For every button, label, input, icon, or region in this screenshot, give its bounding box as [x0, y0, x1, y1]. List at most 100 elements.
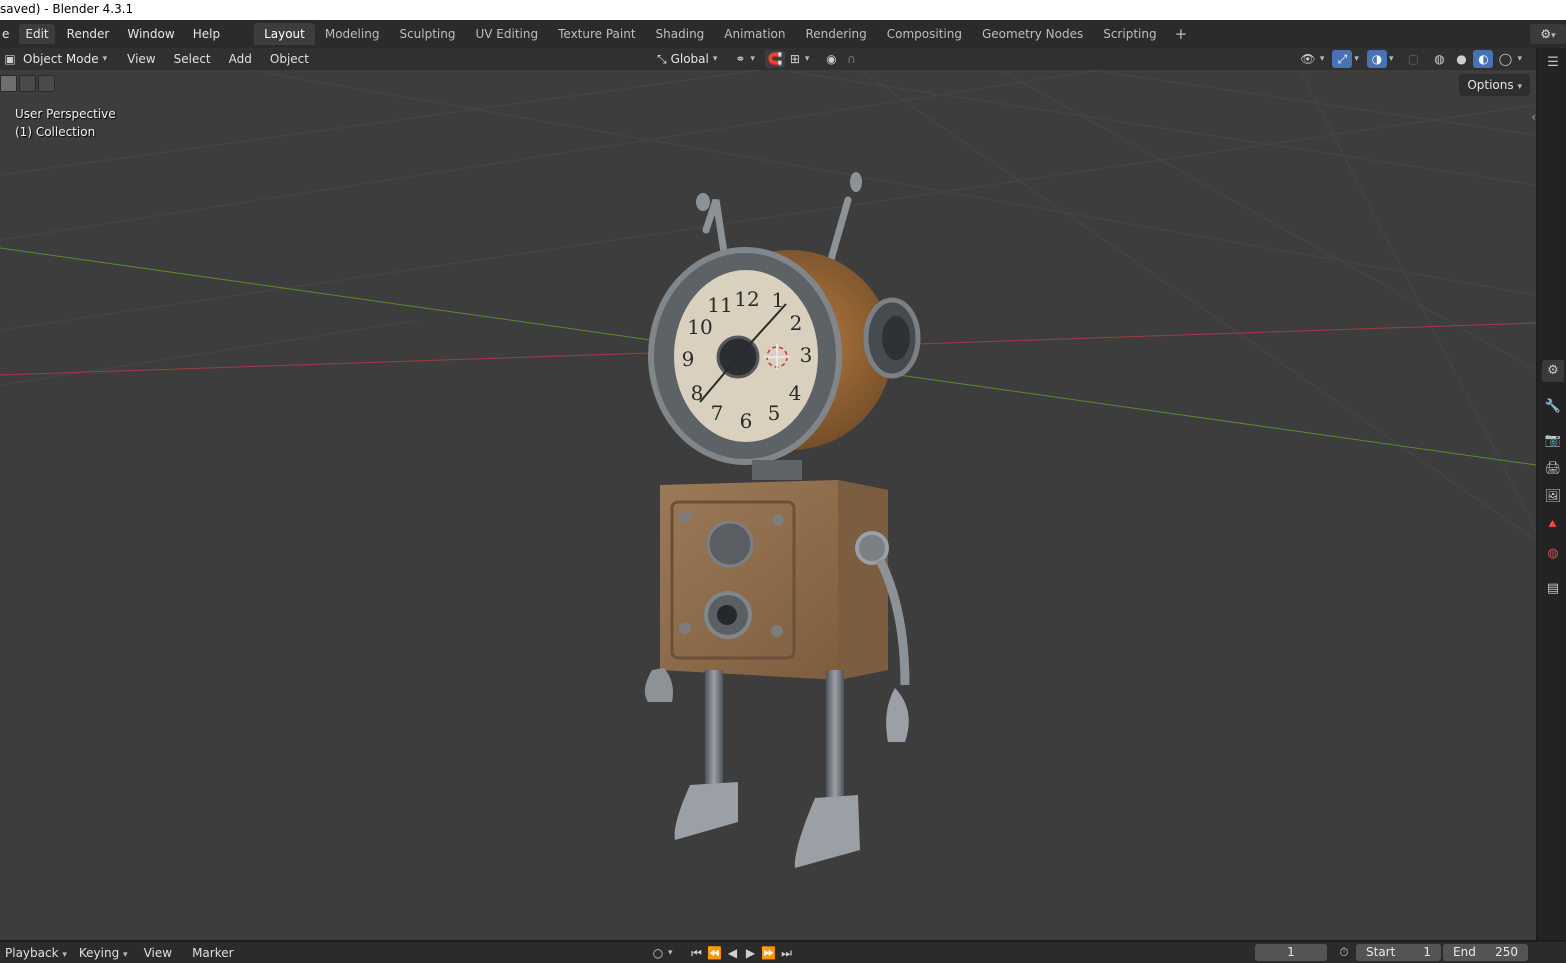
jump-to-keyframe-forward-icon[interactable]: ⏩	[761, 945, 777, 961]
tab-shading[interactable]: Shading	[646, 23, 715, 45]
chevron-down-icon: ▾	[1517, 82, 1522, 92]
tab-texture-paint[interactable]: Texture Paint	[548, 23, 645, 45]
transform-orientation-selector[interactable]: ⤡ Global ▾	[652, 50, 722, 68]
tab-modeling[interactable]: Modeling	[315, 23, 390, 45]
menu-keying[interactable]: Keying ▾	[74, 943, 133, 963]
mode-selector[interactable]: Object Mode ▾	[18, 50, 112, 68]
tab-uv-editing[interactable]: UV Editing	[466, 23, 549, 45]
clock-number: 4	[789, 381, 802, 405]
play-icon[interactable]: ▶	[743, 945, 759, 961]
current-frame-field[interactable]: 1	[1255, 944, 1327, 961]
rendered-shading-icon[interactable]: ◯	[1495, 50, 1515, 68]
menu-timeline-view[interactable]: View	[139, 943, 177, 963]
world-properties-icon[interactable]: ◍	[1542, 543, 1564, 565]
select-new-icon[interactable]	[0, 75, 17, 92]
outliner-icon[interactable]: ☰	[1542, 52, 1564, 74]
render-properties-icon[interactable]: 📷	[1542, 430, 1564, 452]
workspace-tabs: Layout Modeling Sculpting UV Editing Tex…	[254, 23, 1193, 45]
menu-help[interactable]: Help	[187, 24, 226, 44]
window-title: saved) - Blender 4.3.1	[0, 2, 134, 16]
chevron-down-icon[interactable]: ▾	[1517, 54, 1522, 64]
chevron-down-icon[interactable]: ▾	[750, 54, 755, 64]
clock-number: 10	[687, 315, 712, 339]
editor-type-icon[interactable]: ▣	[2, 51, 18, 67]
select-subtract-icon[interactable]	[38, 75, 55, 92]
menu-add[interactable]: Add	[222, 49, 259, 69]
menu-view[interactable]: View	[120, 49, 162, 69]
tool-icon[interactable]: 🔧	[1542, 396, 1564, 418]
add-workspace-button[interactable]: +	[1169, 25, 1194, 43]
menu-object[interactable]: Object	[263, 49, 316, 69]
menu-select[interactable]: Select	[167, 49, 218, 69]
start-frame-field[interactable]: Start 1	[1356, 944, 1441, 961]
file-menu-partial[interactable]: e	[0, 24, 11, 44]
chevron-down-icon: ▾	[712, 54, 718, 64]
perspective-label: User Perspective	[15, 107, 116, 121]
clock-number: 9	[682, 347, 695, 371]
playback-label: Playback	[5, 945, 59, 960]
menu-render[interactable]: Render	[61, 24, 116, 44]
end-frame-field[interactable]: End 250	[1443, 944, 1528, 961]
clock-number: 2	[790, 311, 803, 335]
visibility-icon[interactable]: 👁	[1298, 50, 1318, 68]
playback-controls: ○ ▾ ⏮ ⏪ ◀ ▶ ⏩ ⏭	[650, 942, 795, 963]
mode-label: Object Mode	[23, 52, 99, 66]
menu-marker[interactable]: Marker	[187, 943, 238, 963]
collection-label: (1) Collection	[15, 125, 96, 139]
end-label: End	[1453, 945, 1476, 959]
viewport-header: ▣ Object Mode ▾ View Select Add Object ⤡…	[0, 48, 1536, 70]
falloff-icon[interactable]: ∩	[841, 50, 861, 68]
selection-mode-toolbar	[0, 75, 55, 92]
clock-number: 3	[800, 343, 813, 367]
timer-icon[interactable]: ⏱	[1336, 944, 1352, 960]
tool-settings-icon[interactable]: ⚙	[1542, 360, 1564, 382]
overlays-icon[interactable]: ◑	[1366, 50, 1387, 68]
proportional-edit-icon[interactable]: ◉	[821, 50, 841, 68]
3d-viewport[interactable]: 12 1 2 3 4 5 6 7 8 9 10 11 User Perspect…	[0, 70, 1536, 940]
material-preview-icon[interactable]: ◐	[1473, 50, 1494, 68]
menu-edit[interactable]: Edit	[19, 24, 55, 44]
pivot-icon[interactable]: ⚭	[730, 50, 750, 68]
keying-label: Keying	[78, 945, 120, 960]
menu-playback[interactable]: Playback ▾	[0, 943, 72, 963]
solid-shading-icon[interactable]: ●	[1451, 50, 1471, 68]
options-button[interactable]: Options ▾	[1459, 74, 1530, 96]
scene-selector[interactable]: ⚙▾	[1530, 24, 1566, 44]
snap-target-icon[interactable]: ⊞	[785, 50, 805, 68]
output-properties-icon[interactable]: 🖨	[1542, 458, 1564, 480]
play-reverse-icon[interactable]: ◀	[725, 945, 741, 961]
chevron-down-icon[interactable]: ▾	[805, 54, 810, 64]
chevron-down-icon[interactable]: ▾	[668, 948, 673, 958]
options-label: Options	[1467, 78, 1514, 92]
tab-sculpting[interactable]: Sculpting	[389, 23, 465, 45]
chevron-down-icon[interactable]: ▾	[1389, 54, 1394, 64]
tab-layout[interactable]: Layout	[254, 23, 315, 45]
window-title-bar: saved) - Blender 4.3.1	[0, 0, 1566, 20]
tab-compositing[interactable]: Compositing	[877, 23, 972, 45]
tab-geometry-nodes[interactable]: Geometry Nodes	[972, 23, 1093, 45]
view-layer-icon[interactable]: 🖼	[1542, 486, 1564, 508]
chevron-down-icon[interactable]: ▾	[1354, 54, 1359, 64]
sidebar-toggle-icon[interactable]: ‹	[1531, 110, 1536, 124]
jump-to-start-icon[interactable]: ⏮	[689, 945, 705, 961]
chevron-down-icon: ▾	[62, 949, 67, 960]
auto-keying-icon[interactable]: ○	[650, 945, 666, 961]
snap-icon[interactable]: 🧲	[764, 50, 785, 68]
tab-rendering[interactable]: Rendering	[795, 23, 876, 45]
chevron-down-icon[interactable]: ▾	[1320, 54, 1325, 64]
gizmo-icon[interactable]: ⤢	[1332, 50, 1353, 68]
viewport-scene: 12 1 2 3 4 5 6 7 8 9 10 11	[0, 70, 1536, 868]
scene-properties-icon[interactable]: 🔺	[1542, 514, 1564, 536]
menu-window[interactable]: Window	[121, 24, 180, 44]
tab-scripting[interactable]: Scripting	[1093, 23, 1166, 45]
tab-animation[interactable]: Animation	[714, 23, 795, 45]
properties-tab-strip: ☰ ⚙ 🔧 📷 🖨 🖼 🔺 ◍ ▤	[1538, 48, 1566, 940]
orientation-label: Global	[670, 52, 709, 66]
clock-number: 5	[768, 401, 781, 425]
collection-properties-icon[interactable]: ▤	[1542, 578, 1564, 600]
wireframe-shading-icon[interactable]: ◍	[1429, 50, 1449, 68]
select-extend-icon[interactable]	[19, 75, 36, 92]
xray-icon[interactable]: ▢	[1403, 50, 1423, 68]
jump-to-end-icon[interactable]: ⏭	[779, 945, 795, 961]
jump-to-keyframe-back-icon[interactable]: ⏪	[707, 945, 723, 961]
